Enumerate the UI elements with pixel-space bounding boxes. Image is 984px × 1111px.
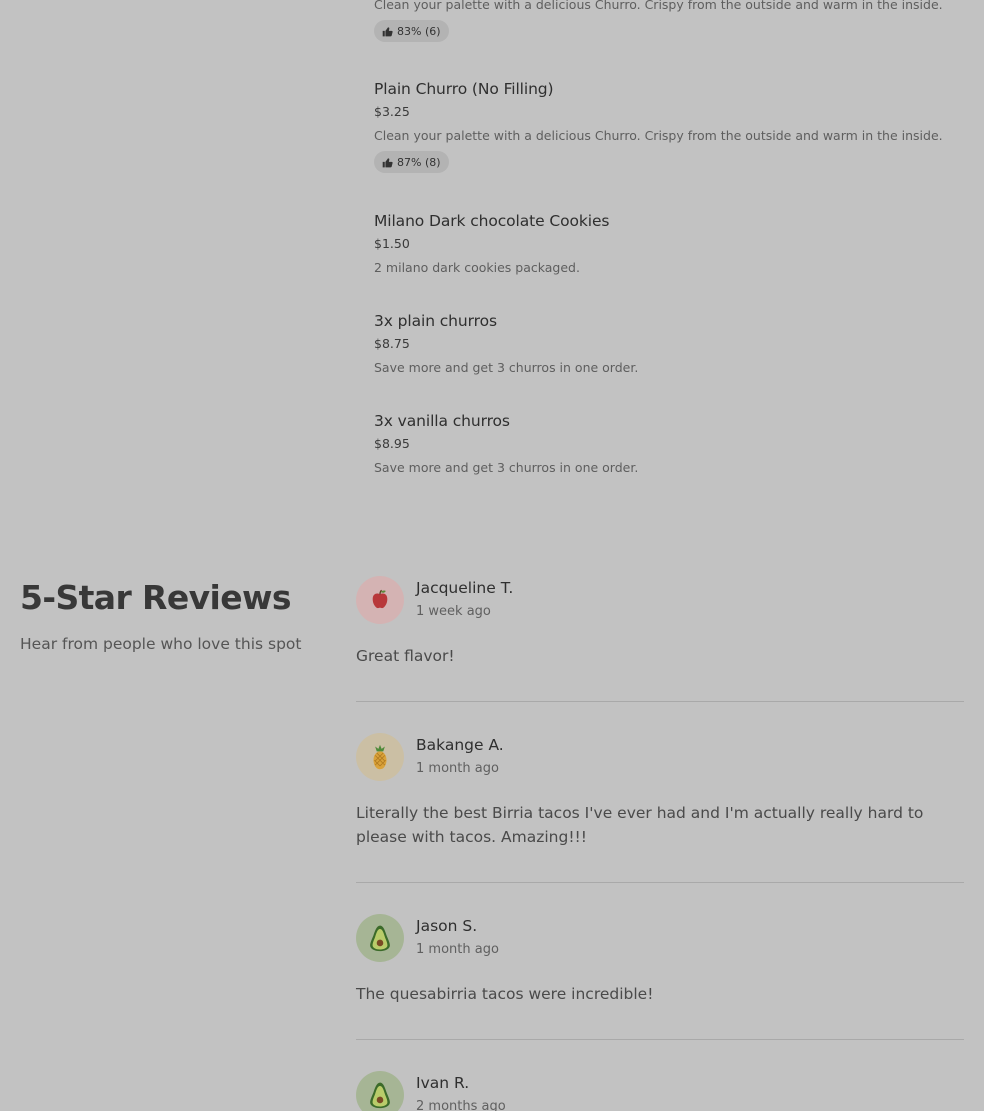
menu-item-name: 3x plain churros xyxy=(374,312,497,330)
divider xyxy=(356,882,964,883)
reviewer-name: Bakange A. xyxy=(416,736,504,754)
thumbs-up-icon xyxy=(382,26,393,36)
rating-badge: 83% (6) xyxy=(374,20,449,42)
menu-item-description: Clean your palette with a delicious Chur… xyxy=(374,0,943,12)
menu-item-name: Plain Churro (No Filling) xyxy=(374,80,554,98)
menu-item-price: $8.75 xyxy=(374,336,410,351)
avatar xyxy=(356,914,404,962)
apple-icon xyxy=(372,589,388,609)
thumbs-up-icon xyxy=(382,157,393,167)
menu-item-price: $3.25 xyxy=(374,104,410,119)
avocado-icon xyxy=(370,1082,390,1109)
rating-text: 83% (6) xyxy=(397,24,441,38)
reviewer-name: Ivan R. xyxy=(416,1074,470,1092)
menu-item-description: Clean your palette with a delicious Chur… xyxy=(374,128,943,143)
reviewer-name: Jason S. xyxy=(416,917,478,935)
divider xyxy=(356,1039,964,1040)
review-text: Literally the best Birria tacos I've eve… xyxy=(356,804,924,846)
review-time: 1 month ago xyxy=(416,942,499,957)
menu-item-name: Milano Dark chocolate Cookies xyxy=(374,212,610,230)
reviews-subtitle: Hear from people who love this spot xyxy=(20,635,302,653)
rating-badge: 87% (8) xyxy=(374,151,449,173)
menu-item[interactable]: Clean your palette with a delicious Chur… xyxy=(374,0,964,42)
reviews-title: 5-Star Reviews xyxy=(20,578,292,617)
divider xyxy=(356,701,964,702)
menu-item[interactable]: Milano Dark chocolate Cookies $1.50 2 mi… xyxy=(374,211,964,276)
reviewer-name: Jacqueline T. xyxy=(416,579,514,597)
menu-item-description: Save more and get 3 churros in one order… xyxy=(374,460,639,475)
store-page: Clean your palette with a delicious Chur… xyxy=(0,0,984,1111)
menu-item[interactable]: 3x plain churros $8.75 Save more and get… xyxy=(374,311,964,376)
menu-item-price: $8.95 xyxy=(374,436,410,451)
review-time: 1 week ago xyxy=(416,604,491,619)
review-time: 2 months ago xyxy=(416,1099,506,1111)
menu-item-description: 2 milano dark cookies packaged. xyxy=(374,260,580,275)
menu-item-name: 3x vanilla churros xyxy=(374,412,510,430)
avatar xyxy=(356,733,404,781)
pineapple-icon xyxy=(373,744,387,770)
menu-item-description: Save more and get 3 churros in one order… xyxy=(374,360,639,375)
menu-item-price: $1.50 xyxy=(374,236,410,251)
rating-text: 87% (8) xyxy=(397,155,441,169)
review-card: Ivan R. 2 months ago xyxy=(356,1071,964,1111)
review-text: The quesabirria tacos were incredible! xyxy=(356,985,654,1003)
review-text: Great flavor! xyxy=(356,647,455,665)
avatar xyxy=(356,1071,404,1111)
menu-item[interactable]: 3x vanilla churros $8.95 Save more and g… xyxy=(374,411,964,476)
avatar xyxy=(356,576,404,624)
review-time: 1 month ago xyxy=(416,761,499,776)
menu-item[interactable]: Plain Churro (No Filling) $3.25 Clean yo… xyxy=(374,79,964,173)
avocado-icon xyxy=(370,925,390,952)
